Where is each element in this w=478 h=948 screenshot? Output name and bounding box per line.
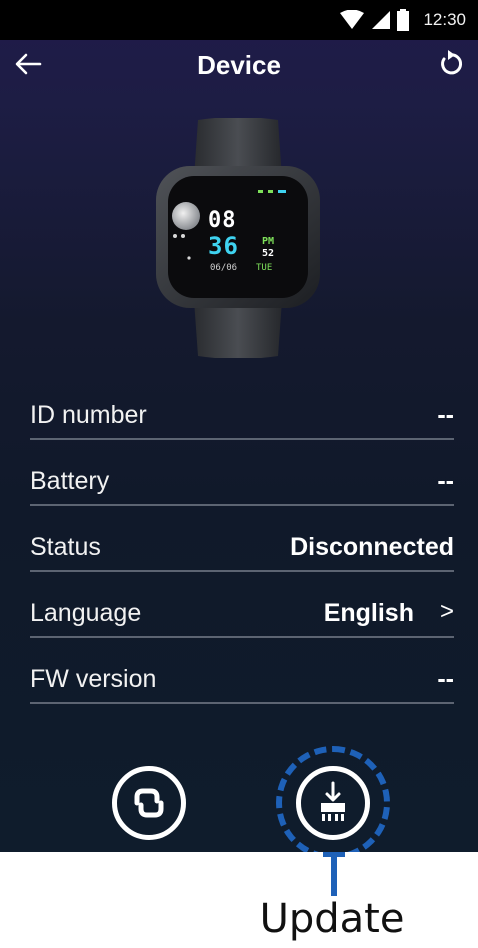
watch-weekday: TUE [256, 263, 273, 273]
status-icons: 12:30 [339, 9, 466, 31]
info-row-battery: Battery -- [30, 454, 454, 506]
status-value: Disconnected [290, 533, 454, 561]
watch-face: 08 36 PM 52 06/06 TUE [206, 208, 292, 274]
watch-hour: 08 [208, 208, 237, 233]
id-number-value: -- [437, 401, 454, 429]
language-label: Language [30, 599, 142, 627]
info-row-id-number: ID number -- [30, 388, 454, 440]
firmware-update-icon [321, 781, 345, 821]
watch-seconds: 52 [262, 248, 275, 259]
battery-label: Battery [30, 467, 110, 495]
status-label: Status [30, 533, 101, 561]
battery-icon [397, 9, 410, 31]
phone-screen: 12:30 Device 08 36 PM 52 06/06 TUE ID nu… [0, 0, 478, 852]
chevron-right-icon: > [439, 598, 454, 625]
cell-signal-icon [372, 11, 391, 29]
info-row-status: Status Disconnected [30, 520, 454, 572]
fw-version-label: FW version [30, 665, 157, 693]
status-bar: 12:30 [0, 0, 478, 40]
watch-minute: 36 [208, 232, 239, 260]
language-value: English [323, 599, 414, 627]
wifi-icon [340, 10, 365, 29]
update-button[interactable] [296, 766, 370, 840]
info-row-language[interactable]: Language English > [30, 586, 454, 638]
battery-value: -- [437, 467, 454, 495]
page-title: Device [197, 50, 281, 80]
callout-line [331, 852, 337, 896]
id-number-label: ID number [30, 401, 147, 429]
fw-version-value: -- [437, 665, 454, 693]
watch-date: 06/06 [210, 263, 238, 273]
refresh-icon[interactable] [436, 50, 464, 78]
status-time: 12:30 [423, 10, 466, 29]
callout-label: Update [259, 896, 405, 942]
info-row-fw-version: FW version -- [30, 652, 454, 704]
unpair-button[interactable] [112, 766, 186, 840]
link-icon [134, 788, 164, 818]
watch-ampm: PM [262, 236, 275, 247]
app-bar: Device [0, 40, 478, 90]
